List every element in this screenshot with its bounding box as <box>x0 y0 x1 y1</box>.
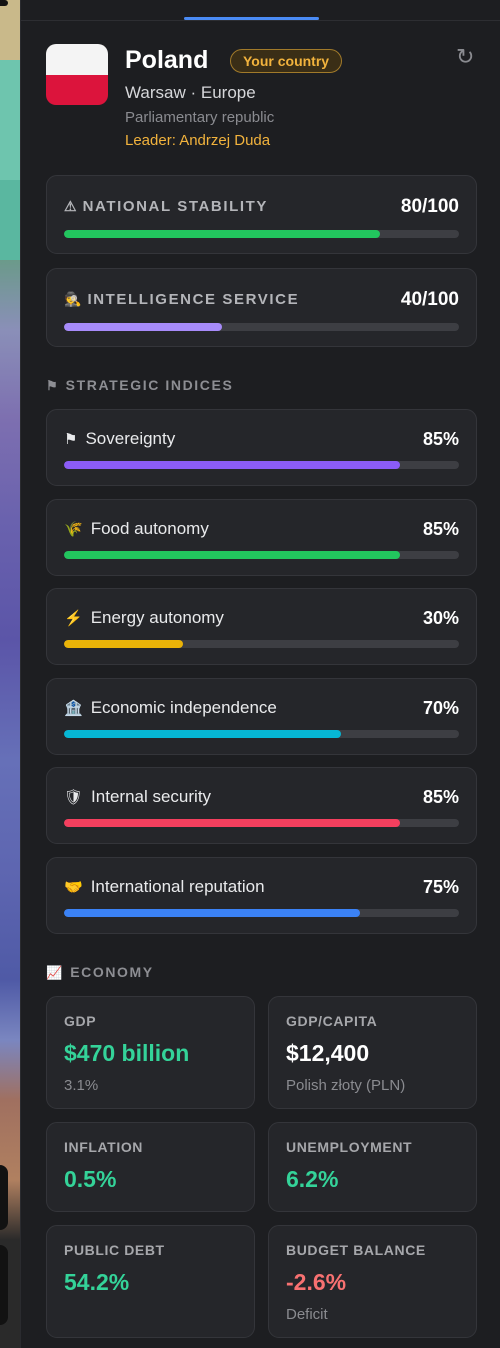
budget-balance-status: Deficit <box>286 1306 328 1323</box>
index-card-energy-autonomy: ⚡ Energy autonomy 30% <box>46 588 477 665</box>
budget-balance-value: -2.6% <box>286 1269 347 1295</box>
flag-icon: ⚑ <box>64 431 78 448</box>
public-debt-value: 54.2% <box>64 1269 130 1295</box>
intelligence-service-bar <box>64 323 459 331</box>
index-bar-fill <box>64 640 183 648</box>
index-bar <box>64 640 459 648</box>
index-label: ⚡ Energy autonomy <box>64 608 224 627</box>
index-card-sovereignty: ⚑ Sovereignty 85% <box>46 409 477 486</box>
refresh-icon[interactable]: ↻ <box>456 44 474 70</box>
index-bar <box>64 461 459 469</box>
index-value: 30% <box>422 608 459 628</box>
intelligence-service-value: 40/100 <box>400 289 459 310</box>
government-type: Parliamentary republic <box>125 109 275 126</box>
strategic-indices-heading: ⚑ STRATEGIC INDICES <box>46 377 234 393</box>
index-label: 🏦 Economic independence <box>64 698 277 717</box>
index-bar-fill <box>64 909 361 917</box>
capital-region: Warsaw · Europe <box>125 83 256 102</box>
unemployment-card: UNEMPLOYMENT 6.2% <box>268 1122 477 1212</box>
your-country-badge: Your country <box>230 49 343 73</box>
national-stability-card: ⚠ NATIONAL STABILITY 80/100 <box>46 175 477 254</box>
budget-balance-card: BUDGET BALANCE -2.6% Deficit <box>268 1225 477 1338</box>
gdp-label: GDP <box>64 1013 97 1029</box>
inflation-label: INFLATION <box>64 1139 144 1155</box>
intelligence-service-fill <box>64 323 222 331</box>
country-panel: Poland Your country ↻ Warsaw · Europe Pa… <box>20 0 500 1348</box>
index-card-economic-independence: 🏦 Economic independence 70% <box>46 678 477 755</box>
index-bar-fill <box>64 551 400 559</box>
wheat-icon: 🌾 <box>64 521 83 538</box>
warning-icon: ⚠ <box>64 198 77 214</box>
gdp-card: GDP $470 billion 3.1% <box>46 996 255 1109</box>
national-stability-fill <box>64 230 380 238</box>
country-flag <box>46 44 108 105</box>
map-edge-shadow <box>0 0 8 6</box>
index-bar <box>64 730 459 738</box>
intelligence-service-label: 🕵 INTELLIGENCE SERVICE <box>64 291 300 308</box>
chart-icon: 📈 <box>46 965 63 980</box>
index-bar-fill <box>64 730 341 738</box>
leader-name: Leader: Andrzej Duda <box>125 132 271 149</box>
gdp-capita-label: GDP/CAPITA <box>286 1013 378 1029</box>
index-bar-fill <box>64 819 400 827</box>
index-value: 85% <box>422 429 459 449</box>
map-edge-shadow <box>0 1165 8 1230</box>
tab-divider <box>21 20 500 21</box>
index-bar <box>64 551 459 559</box>
country-name: Poland <box>125 46 209 74</box>
inflation-card: INFLATION 0.5% <box>46 1122 255 1212</box>
intelligence-service-card: 🕵 INTELLIGENCE SERVICE 40/100 <box>46 268 477 347</box>
inflation-value: 0.5% <box>64 1166 117 1192</box>
index-card-international-reputation: 🤝 International reputation 75% <box>46 857 477 934</box>
public-debt-card: PUBLIC DEBT 54.2% <box>46 1225 255 1338</box>
public-debt-label: PUBLIC DEBT <box>64 1242 165 1258</box>
flag-icon: ⚑ <box>46 378 58 393</box>
gdp-value: $470 billion <box>64 1040 190 1066</box>
gdp-capita-value: $12,400 <box>286 1040 370 1066</box>
index-bar-fill <box>64 461 400 469</box>
index-label: 🤝 International reputation <box>64 877 265 896</box>
index-label: 🛡 Internal security <box>64 787 212 806</box>
index-card-food-autonomy: 🌾 Food autonomy 85% <box>46 499 477 576</box>
national-stability-value: 80/100 <box>400 196 459 217</box>
map-background[interactable] <box>0 0 20 1348</box>
index-value: 70% <box>422 698 459 718</box>
index-label: 🌾 Food autonomy <box>64 519 209 538</box>
index-label: ⚑ Sovereignty <box>64 429 176 448</box>
unemployment-label: UNEMPLOYMENT <box>286 1139 413 1155</box>
index-bar <box>64 909 459 917</box>
economy-heading: 📈 ECONOMY <box>46 964 154 980</box>
index-value: 85% <box>422 787 459 807</box>
currency-name: Polish złoty (PLN) <box>286 1077 406 1094</box>
index-bar <box>64 819 459 827</box>
national-stability-label: ⚠ NATIONAL STABILITY <box>64 198 269 215</box>
index-value: 75% <box>422 877 459 897</box>
shield-icon: 🛡 <box>64 789 84 806</box>
national-stability-bar <box>64 230 459 238</box>
spy-icon: 🕵 <box>64 291 82 307</box>
index-card-internal-security: 🛡 Internal security 85% <box>46 767 477 844</box>
lightning-icon: ⚡ <box>64 610 83 627</box>
bank-icon: 🏦 <box>64 700 83 717</box>
budget-balance-label: BUDGET BALANCE <box>286 1242 426 1258</box>
gdp-capita-card: GDP/CAPITA $12,400 Polish złoty (PLN) <box>268 996 477 1109</box>
map-edge-shadow <box>0 1245 8 1325</box>
handshake-icon: 🤝 <box>64 879 83 896</box>
index-value: 85% <box>422 519 459 539</box>
gdp-growth: 3.1% <box>64 1077 99 1094</box>
unemployment-value: 6.2% <box>286 1166 339 1192</box>
